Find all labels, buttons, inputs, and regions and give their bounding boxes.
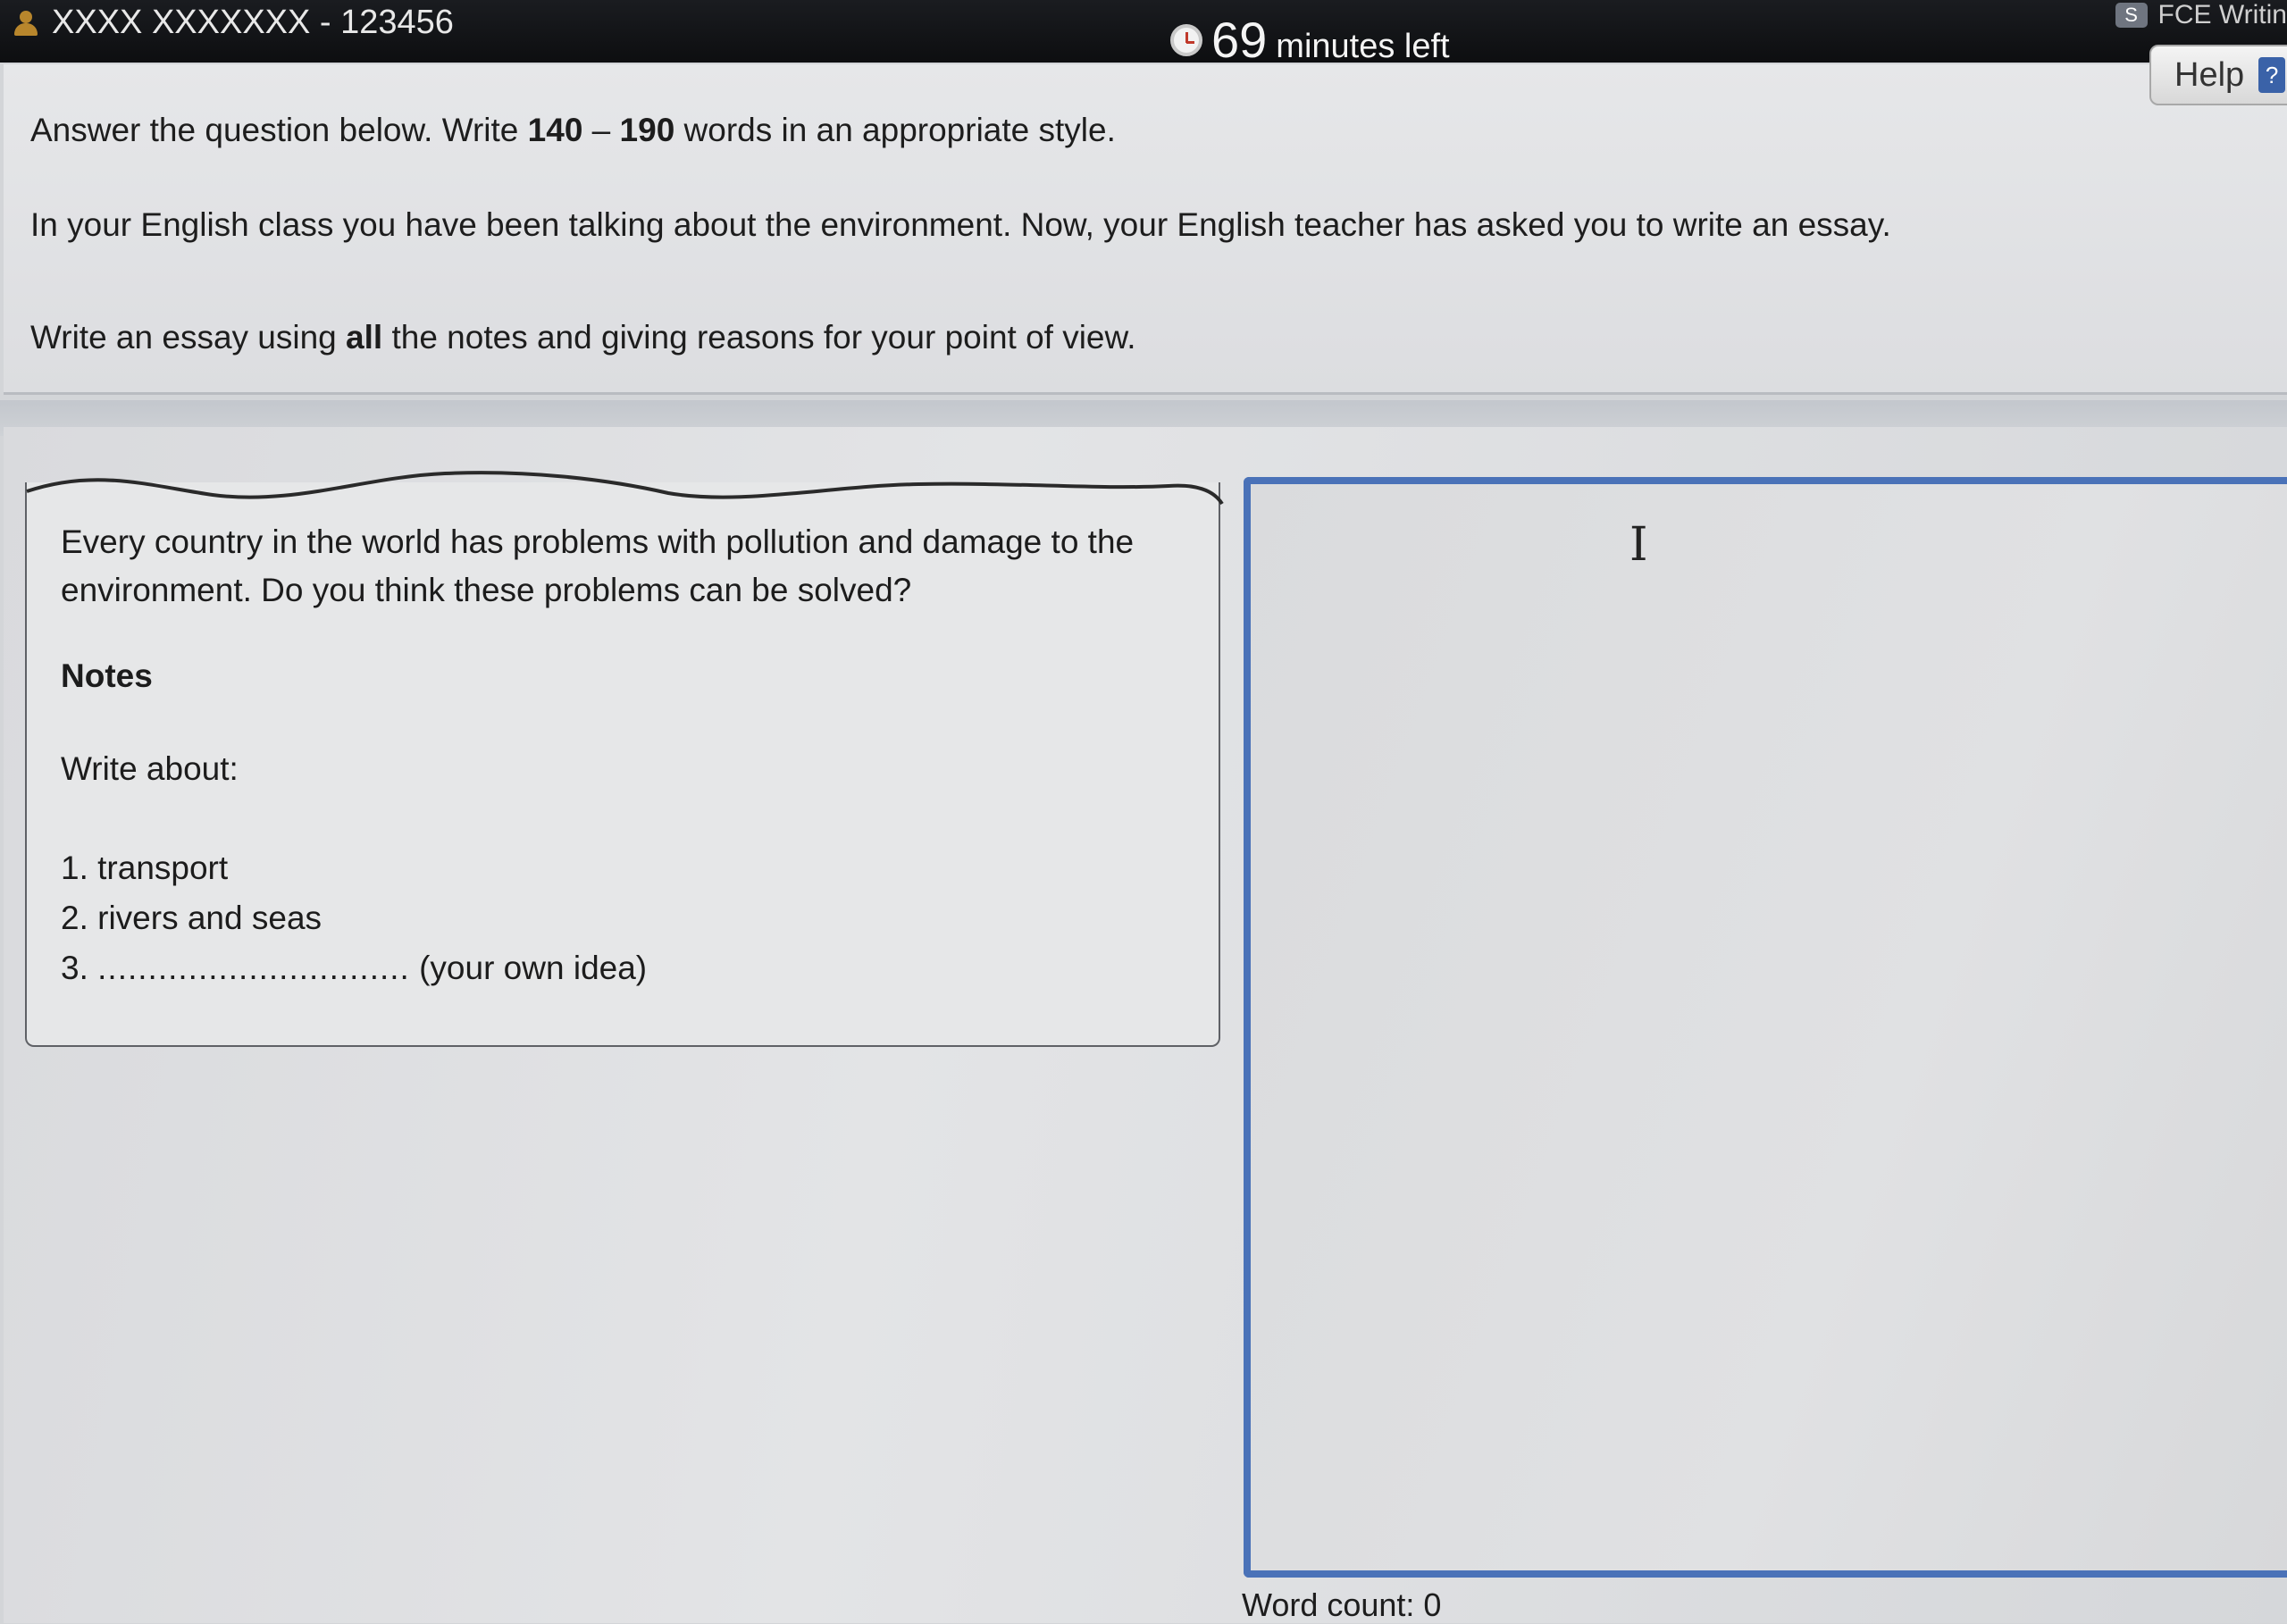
- instruction-text: Answer the question below. Write: [30, 112, 528, 148]
- user-icon: [13, 9, 39, 38]
- notes-heading: Notes: [61, 657, 153, 694]
- candidate-info: XXXX XXXXXXX - 123456: [13, 4, 454, 42]
- essay-question: Every country in the world has problems …: [61, 523, 1135, 608]
- task-badge: S: [2115, 3, 2148, 28]
- timer-minutes: 69: [1211, 12, 1268, 68]
- word-count: Word count: 0: [1242, 1586, 1442, 1623]
- instruction-text: Write an essay using: [30, 319, 347, 356]
- task-title: FCE Writin: [2157, 0, 2287, 29]
- answer-textarea[interactable]: [1244, 477, 2287, 1578]
- timer: 69 minutes left: [1170, 11, 1450, 69]
- max-words: 190: [619, 112, 675, 148]
- clock-icon: [1170, 23, 1202, 56]
- candidate-label: XXXX XXXXXXX - 123456: [52, 4, 454, 41]
- text-cursor-icon: I: [1629, 518, 1648, 572]
- instruction-dash: –: [582, 112, 620, 148]
- top-bar: XXXX XXXXXXX - 123456 69 minutes left S …: [0, 0, 2287, 68]
- note-item: 2. rivers and seas: [61, 900, 323, 936]
- instruction-text: words in an appropriate style.: [674, 112, 1116, 148]
- instruction-context: In your English class you have been talk…: [30, 206, 1891, 243]
- torn-edge-decoration: [26, 471, 1224, 506]
- instructions-panel: Answer the question below. Write 140 – 1…: [4, 64, 2287, 395]
- timer-label: minutes left: [1276, 28, 1450, 65]
- instruction-task: Write an essay using all the notes and g…: [30, 318, 1135, 357]
- prompt-card: Every country in the world has problems …: [25, 471, 1224, 1047]
- help-label: Help: [2174, 55, 2245, 94]
- write-about-label: Write about:: [61, 750, 239, 787]
- note-placeholder-dots: ...............................: [97, 950, 410, 986]
- instruction-word-limit: Answer the question below. Write 140 – 1…: [30, 111, 1116, 150]
- min-words: 140: [527, 112, 583, 148]
- note-item: 1. transport: [61, 850, 229, 886]
- note-item-own-idea: 3. ............................... (your…: [61, 943, 647, 993]
- note-number: 3.: [61, 950, 88, 986]
- help-button[interactable]: Help ?: [2149, 45, 2287, 105]
- instruction-emphasis: all: [346, 319, 383, 356]
- notes-list: 1. transport 2. rivers and seas 3. .....…: [61, 843, 647, 993]
- note-own-idea-label: (your own idea): [419, 950, 648, 986]
- task-name: S FCE Writin: [2115, 0, 2287, 30]
- instruction-text: the notes and giving reasons for your po…: [382, 319, 1136, 356]
- help-icon: ?: [2258, 57, 2286, 93]
